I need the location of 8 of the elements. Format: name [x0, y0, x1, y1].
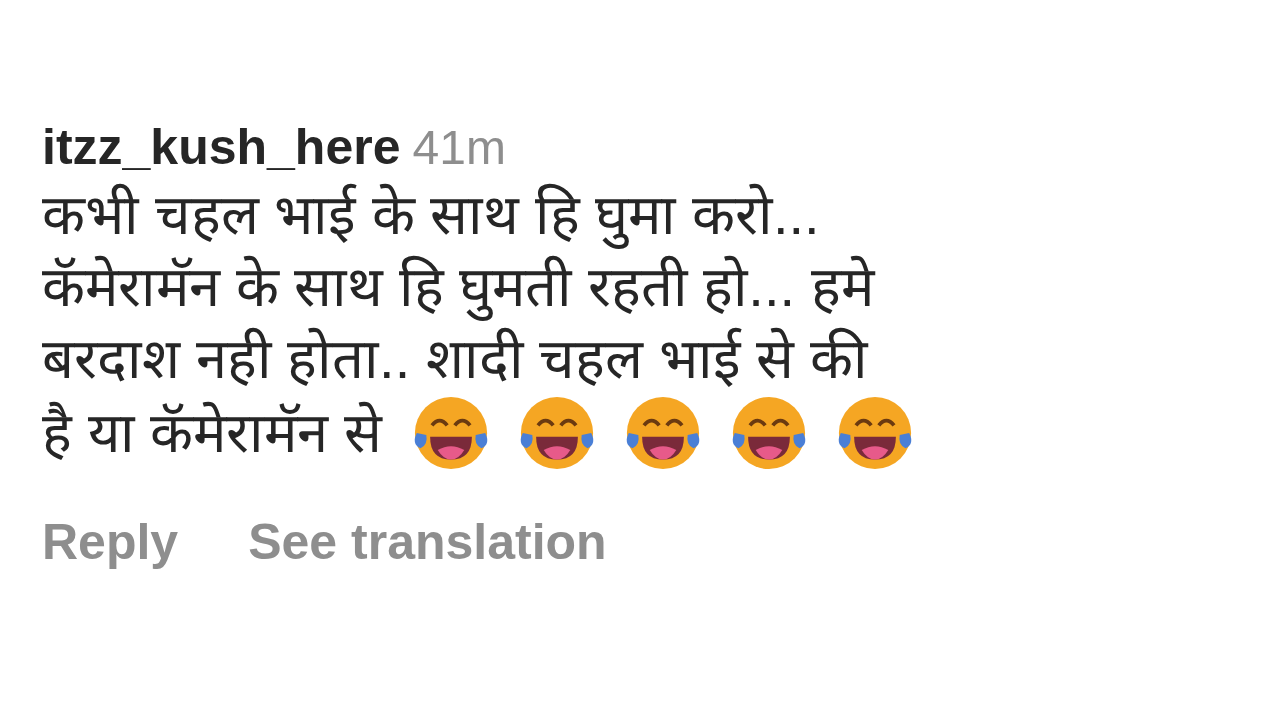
comment-time: 41m [412, 120, 506, 176]
comment-text-line: कॅमेरामॅन के साथ हि घुमती रहती हो... हमे [42, 250, 874, 323]
reply-link[interactable]: Reply [42, 510, 179, 573]
comment-text-line: कभी चहल भाई के साथ हि घुमा करो... [42, 178, 820, 251]
username[interactable]: itzz_kush_here [42, 116, 401, 179]
comment-text-line: बरदाश नही होता.. शादी चहल भाई से की [42, 325, 869, 392]
translation-link[interactable]: See translation [248, 510, 607, 573]
comment-text-line: है या कॅमेरामॅन से [42, 399, 382, 466]
